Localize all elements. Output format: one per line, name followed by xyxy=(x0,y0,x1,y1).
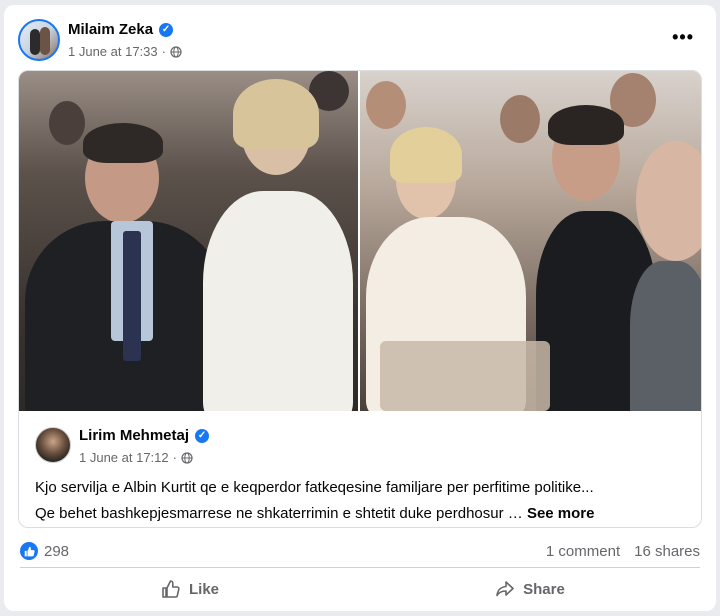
post-stats: 298 1 comment 16 shares xyxy=(20,541,700,561)
share-count[interactable]: 16 shares xyxy=(634,543,700,560)
comment-count[interactable]: 1 comment xyxy=(546,543,620,560)
shared-text-line-2-content: Qe behet bashkepjesmarrese ne shkaterrim… xyxy=(35,505,523,522)
shared-author-name[interactable]: Lirim Mehmetaj xyxy=(79,427,189,444)
thumbs-up-icon xyxy=(162,580,180,598)
post-timestamp[interactable]: 1 June at 17:33 xyxy=(68,44,158,59)
see-more-link[interactable]: See more xyxy=(527,505,595,522)
post-actions: Like Share xyxy=(20,571,700,607)
globe-icon[interactable] xyxy=(181,451,193,464)
shared-text-line-1: Kjo servilja e Albin Kurtit qe e keqperd… xyxy=(35,479,594,496)
verified-badge-icon: ✓ xyxy=(195,428,210,443)
share-label: Share xyxy=(523,580,565,598)
shared-author[interactable]: Lirim Mehmetaj ✓ xyxy=(79,427,210,444)
post-author-name[interactable]: Milaim Zeka xyxy=(68,21,153,38)
share-arrow-icon xyxy=(496,581,514,597)
shared-post[interactable]: Lirim Mehmetaj ✓ 1 June at 17:12 · Kjo s… xyxy=(18,70,702,528)
shared-meta: 1 June at 17:12 · xyxy=(79,450,193,465)
author-avatar[interactable] xyxy=(18,19,60,61)
post-author[interactable]: Milaim Zeka ✓ xyxy=(68,21,174,38)
divider xyxy=(20,567,700,568)
more-options-button[interactable]: ••• xyxy=(672,27,694,48)
like-button[interactable]: Like xyxy=(20,571,360,607)
shared-timestamp[interactable]: 1 June at 17:12 xyxy=(79,450,169,465)
shared-photo-right[interactable] xyxy=(360,71,701,411)
shared-author-avatar[interactable] xyxy=(35,427,71,463)
post-meta: 1 June at 17:33 · xyxy=(68,44,182,59)
post-card: Milaim Zeka ✓ 1 June at 17:33 · ••• Liri… xyxy=(4,5,716,611)
shared-text-line-2: Qe behet bashkepjesmarrese ne shkaterrim… xyxy=(35,505,594,522)
like-label: Like xyxy=(188,580,219,598)
globe-icon[interactable] xyxy=(170,45,182,58)
verified-badge-icon: ✓ xyxy=(159,22,174,37)
share-button[interactable]: Share xyxy=(360,571,700,607)
reaction-count[interactable]: 298 xyxy=(44,543,69,560)
shared-photo-left[interactable] xyxy=(19,71,358,411)
thumbs-up-icon[interactable] xyxy=(20,542,38,560)
